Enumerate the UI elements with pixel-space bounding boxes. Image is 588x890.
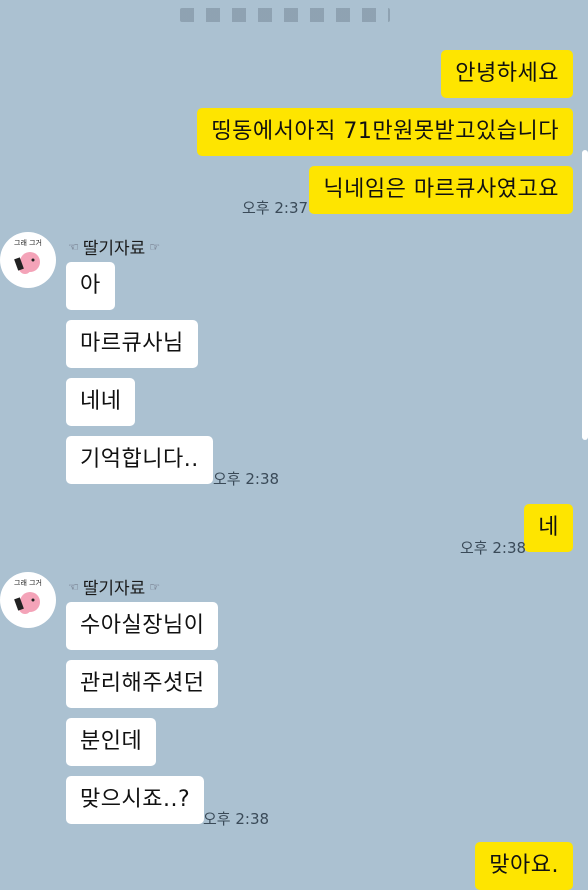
other-message-bubble: 분인데 (66, 718, 157, 766)
other-message-bubble: 아 (66, 262, 115, 310)
pointing-hand-icon: ☜ (68, 239, 79, 254)
pointing-hand-icon: ☜ (68, 579, 79, 594)
other-message-bubble: 관리해주셧던 (66, 660, 219, 708)
my-message-bubble: 맞아요. (475, 842, 573, 890)
pointing-hand-icon: ☞ (149, 239, 161, 254)
sender-label: 딸기자료 (82, 239, 146, 259)
sender-name: ☜ 딸기자료 ☞ (68, 234, 160, 259)
message-timestamp: 오후 2:37 (242, 199, 309, 217)
my-message-bubble: 띵동에서아직 71만원못받고있습니다 (197, 108, 573, 156)
my-message-bubble: 안녕하세요 (441, 50, 573, 98)
message-timestamp: 오후 2:38 (203, 810, 270, 828)
sender-label: 딸기자료 (82, 579, 146, 599)
avatar-character-icon (14, 252, 40, 274)
avatar-icon[interactable]: 그래 그거 (0, 572, 56, 628)
scrollbar[interactable] (582, 150, 588, 440)
date-divider (180, 8, 390, 22)
pointing-hand-icon: ☞ (149, 579, 161, 594)
avatar-character-icon (14, 592, 40, 614)
other-message-bubble: 기억합니다.. (66, 436, 213, 484)
other-message-bubble: 맞으시죠..? (66, 776, 205, 824)
my-message-bubble: 네 (524, 504, 573, 552)
my-message-bubble: 닉네임은 마르큐사였고요 (309, 166, 573, 214)
other-message-bubble: 네네 (66, 378, 136, 426)
other-message-bubble: 수아실장님이 (66, 602, 219, 650)
message-timestamp: 오후 2:38 (213, 470, 280, 488)
other-message-bubble: 마르큐사님 (66, 320, 198, 368)
avatar-icon[interactable]: 그래 그거 (0, 232, 56, 288)
message-timestamp: 오후 2:38 (460, 539, 527, 557)
sender-name: ☜ 딸기자료 ☞ (68, 574, 160, 599)
